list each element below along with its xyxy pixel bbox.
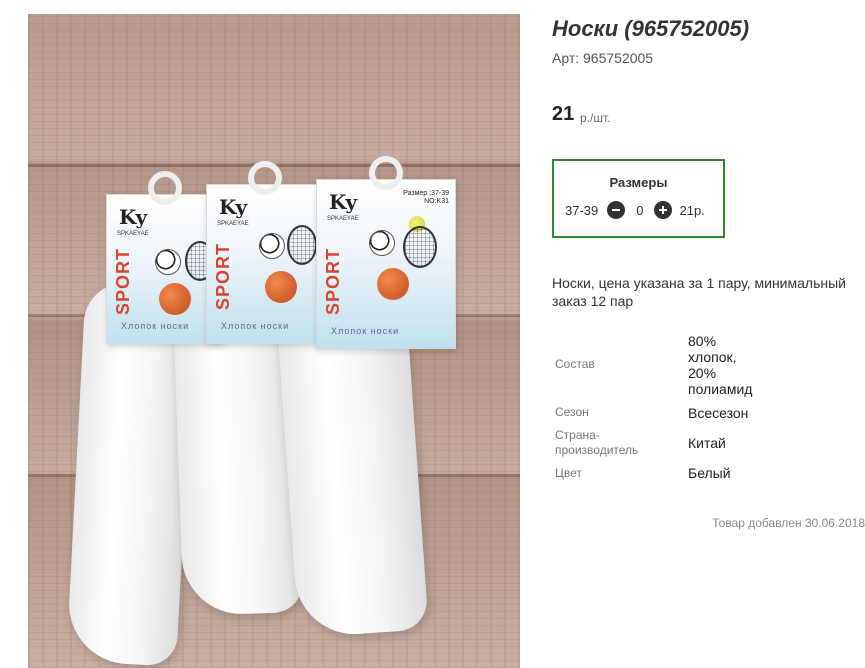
attribute-label: Сезон (555, 405, 589, 419)
basketball-icon (265, 271, 297, 303)
product-description: Носки, цена указана за 1 пару, минимальн… (552, 275, 846, 309)
hanger-hole (248, 161, 282, 195)
brand-subtitle: SPKAEYAE (217, 221, 249, 227)
brand-logo: Ky (329, 190, 358, 214)
product-title: Носки (965752005) (552, 16, 750, 41)
hanger-hole (148, 171, 182, 205)
added-date-note: Товар добавлен 30.06.2018 (712, 516, 865, 530)
increase-quantity-button[interactable] (654, 201, 673, 219)
sport-label: SPORT (323, 247, 343, 315)
decrease-quantity-button[interactable] (607, 201, 626, 219)
brand-subtitle: SPKAEYAE (327, 216, 359, 222)
brand-logo: Ky (219, 195, 248, 219)
basketball-icon (377, 268, 409, 300)
hanger-hole (369, 156, 403, 190)
sizes-title: Размеры (609, 175, 668, 190)
brand-subtitle: SPKAEYAE (117, 231, 149, 237)
size-price: 21р. (679, 202, 705, 218)
attribute-label: Состав (555, 357, 595, 371)
cotton-label: Хлопок носки (121, 321, 190, 331)
attribute-value: Белый (688, 465, 731, 481)
price-unit: р./шт. (580, 111, 611, 125)
cotton-label: Хлопок носки (331, 326, 400, 336)
tennis-racket-icon (403, 226, 437, 268)
plus-icon (659, 206, 668, 214)
label-card: Ky SPKAEYAE Размер :37-39 NO:K31 SPORT Х… (316, 156, 456, 349)
product-sku: Арт: 965752005 (552, 50, 654, 66)
minus-icon (612, 209, 621, 211)
size-print: Размер :37-39 NO:K31 (403, 190, 449, 207)
sport-label: SPORT (113, 247, 133, 315)
attribute-value: Всесезон (688, 405, 749, 421)
product-price: 21 (552, 103, 575, 125)
soccer-ball-icon (369, 230, 395, 256)
product-image[interactable]: Ky SPKAEYAE SPORT Хлопок носки Ky SPKAEY… (28, 14, 520, 668)
soccer-ball-icon (259, 233, 285, 259)
size-row: 37-39 0 21р. (565, 201, 705, 219)
size-print-line: Размер :37-39 (403, 190, 449, 197)
brand-logo: Ky (119, 205, 148, 229)
cotton-label: Хлопок носки (221, 321, 290, 331)
sport-label: SPORT (213, 242, 233, 310)
label-card: Ky SPKAEYAE SPORT Хлопок носки (206, 161, 324, 344)
basketball-icon (159, 283, 191, 315)
tennis-racket-icon (287, 225, 317, 265)
soccer-ball-icon (155, 249, 181, 275)
attribute-value: 80% хлопок, 20% полиамид (688, 333, 753, 397)
sizes-panel: Размеры 37-39 0 21р. (552, 159, 725, 238)
size-label: 37-39 (565, 202, 599, 218)
size-print-line: NO:K31 (424, 198, 449, 206)
attribute-label: Цвет (555, 466, 582, 480)
attribute-label: Страна-производитель (555, 428, 639, 457)
quantity-value: 0 (636, 202, 644, 218)
attribute-value: Китай (688, 435, 726, 451)
